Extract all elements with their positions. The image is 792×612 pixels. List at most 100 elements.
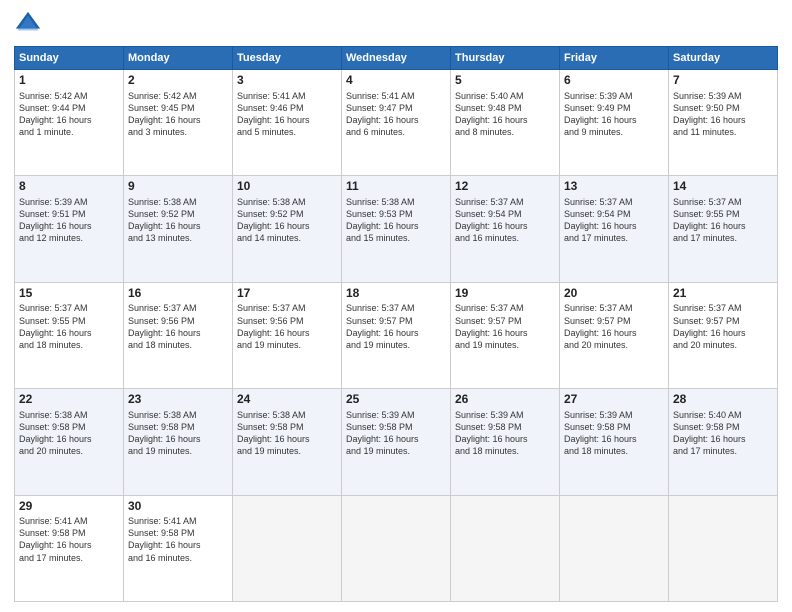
day-info: Sunrise: 5:38 AM Sunset: 9:53 PM Dayligh… (346, 196, 446, 245)
header-wednesday: Wednesday (342, 47, 451, 70)
day-info: Sunrise: 5:42 AM Sunset: 9:44 PM Dayligh… (19, 90, 119, 139)
day-number: 11 (346, 179, 446, 195)
table-row: 15Sunrise: 5:37 AM Sunset: 9:55 PM Dayli… (15, 282, 124, 388)
day-number: 28 (673, 392, 773, 408)
day-number: 1 (19, 73, 119, 89)
day-number: 10 (237, 179, 337, 195)
table-row (669, 495, 778, 601)
day-number: 17 (237, 286, 337, 302)
day-number: 4 (346, 73, 446, 89)
day-info: Sunrise: 5:38 AM Sunset: 9:52 PM Dayligh… (237, 196, 337, 245)
table-row: 14Sunrise: 5:37 AM Sunset: 9:55 PM Dayli… (669, 176, 778, 282)
logo-icon (14, 10, 42, 38)
header-saturday: Saturday (669, 47, 778, 70)
calendar-week-row: 22Sunrise: 5:38 AM Sunset: 9:58 PM Dayli… (15, 389, 778, 495)
day-info: Sunrise: 5:37 AM Sunset: 9:56 PM Dayligh… (128, 302, 228, 351)
day-number: 7 (673, 73, 773, 89)
day-info: Sunrise: 5:41 AM Sunset: 9:58 PM Dayligh… (128, 515, 228, 564)
day-info: Sunrise: 5:37 AM Sunset: 9:57 PM Dayligh… (455, 302, 555, 351)
day-info: Sunrise: 5:37 AM Sunset: 9:56 PM Dayligh… (237, 302, 337, 351)
day-number: 19 (455, 286, 555, 302)
day-number: 12 (455, 179, 555, 195)
calendar-week-row: 1Sunrise: 5:42 AM Sunset: 9:44 PM Daylig… (15, 70, 778, 176)
table-row: 4Sunrise: 5:41 AM Sunset: 9:47 PM Daylig… (342, 70, 451, 176)
table-row: 27Sunrise: 5:39 AM Sunset: 9:58 PM Dayli… (560, 389, 669, 495)
day-number: 20 (564, 286, 664, 302)
day-info: Sunrise: 5:41 AM Sunset: 9:47 PM Dayligh… (346, 90, 446, 139)
day-number: 15 (19, 286, 119, 302)
day-info: Sunrise: 5:37 AM Sunset: 9:54 PM Dayligh… (564, 196, 664, 245)
table-row: 23Sunrise: 5:38 AM Sunset: 9:58 PM Dayli… (124, 389, 233, 495)
table-row: 8Sunrise: 5:39 AM Sunset: 9:51 PM Daylig… (15, 176, 124, 282)
day-info: Sunrise: 5:40 AM Sunset: 9:48 PM Dayligh… (455, 90, 555, 139)
day-info: Sunrise: 5:37 AM Sunset: 9:57 PM Dayligh… (673, 302, 773, 351)
day-info: Sunrise: 5:38 AM Sunset: 9:58 PM Dayligh… (128, 409, 228, 458)
table-row: 10Sunrise: 5:38 AM Sunset: 9:52 PM Dayli… (233, 176, 342, 282)
day-info: Sunrise: 5:37 AM Sunset: 9:55 PM Dayligh… (673, 196, 773, 245)
day-info: Sunrise: 5:38 AM Sunset: 9:58 PM Dayligh… (19, 409, 119, 458)
table-row: 19Sunrise: 5:37 AM Sunset: 9:57 PM Dayli… (451, 282, 560, 388)
day-number: 6 (564, 73, 664, 89)
header (14, 10, 778, 38)
table-row: 22Sunrise: 5:38 AM Sunset: 9:58 PM Dayli… (15, 389, 124, 495)
table-row: 6Sunrise: 5:39 AM Sunset: 9:49 PM Daylig… (560, 70, 669, 176)
day-number: 2 (128, 73, 228, 89)
day-info: Sunrise: 5:39 AM Sunset: 9:51 PM Dayligh… (19, 196, 119, 245)
day-number: 27 (564, 392, 664, 408)
day-number: 16 (128, 286, 228, 302)
day-info: Sunrise: 5:39 AM Sunset: 9:58 PM Dayligh… (455, 409, 555, 458)
day-info: Sunrise: 5:41 AM Sunset: 9:46 PM Dayligh… (237, 90, 337, 139)
day-number: 9 (128, 179, 228, 195)
day-number: 8 (19, 179, 119, 195)
header-sunday: Sunday (15, 47, 124, 70)
day-number: 25 (346, 392, 446, 408)
day-number: 23 (128, 392, 228, 408)
table-row: 28Sunrise: 5:40 AM Sunset: 9:58 PM Dayli… (669, 389, 778, 495)
day-number: 13 (564, 179, 664, 195)
day-info: Sunrise: 5:42 AM Sunset: 9:45 PM Dayligh… (128, 90, 228, 139)
table-row: 13Sunrise: 5:37 AM Sunset: 9:54 PM Dayli… (560, 176, 669, 282)
day-info: Sunrise: 5:37 AM Sunset: 9:54 PM Dayligh… (455, 196, 555, 245)
table-row: 16Sunrise: 5:37 AM Sunset: 9:56 PM Dayli… (124, 282, 233, 388)
table-row: 7Sunrise: 5:39 AM Sunset: 9:50 PM Daylig… (669, 70, 778, 176)
calendar-week-row: 15Sunrise: 5:37 AM Sunset: 9:55 PM Dayli… (15, 282, 778, 388)
table-row (342, 495, 451, 601)
day-info: Sunrise: 5:40 AM Sunset: 9:58 PM Dayligh… (673, 409, 773, 458)
header-monday: Monday (124, 47, 233, 70)
calendar-header-row: Sunday Monday Tuesday Wednesday Thursday… (15, 47, 778, 70)
day-info: Sunrise: 5:39 AM Sunset: 9:49 PM Dayligh… (564, 90, 664, 139)
table-row: 29Sunrise: 5:41 AM Sunset: 9:58 PM Dayli… (15, 495, 124, 601)
day-info: Sunrise: 5:39 AM Sunset: 9:58 PM Dayligh… (564, 409, 664, 458)
table-row: 3Sunrise: 5:41 AM Sunset: 9:46 PM Daylig… (233, 70, 342, 176)
table-row: 25Sunrise: 5:39 AM Sunset: 9:58 PM Dayli… (342, 389, 451, 495)
calendar-table: Sunday Monday Tuesday Wednesday Thursday… (14, 46, 778, 602)
day-number: 24 (237, 392, 337, 408)
day-number: 26 (455, 392, 555, 408)
table-row (233, 495, 342, 601)
day-number: 3 (237, 73, 337, 89)
day-number: 5 (455, 73, 555, 89)
day-info: Sunrise: 5:38 AM Sunset: 9:58 PM Dayligh… (237, 409, 337, 458)
table-row: 18Sunrise: 5:37 AM Sunset: 9:57 PM Dayli… (342, 282, 451, 388)
day-info: Sunrise: 5:37 AM Sunset: 9:57 PM Dayligh… (346, 302, 446, 351)
day-number: 14 (673, 179, 773, 195)
header-tuesday: Tuesday (233, 47, 342, 70)
calendar-week-row: 29 Sunrise: 5:41 AM Sunset: 9:58 PM Dayli… (15, 495, 778, 601)
table-row: 26Sunrise: 5:39 AM Sunset: 9:58 PM Dayli… (451, 389, 560, 495)
logo (14, 10, 46, 38)
table-row: 5Sunrise: 5:40 AM Sunset: 9:48 PM Daylig… (451, 70, 560, 176)
day-number: 29 (19, 499, 119, 515)
day-info: Sunrise: 5:37 AM Sunset: 9:57 PM Dayligh… (564, 302, 664, 351)
table-row: 20Sunrise: 5:37 AM Sunset: 9:57 PM Dayli… (560, 282, 669, 388)
day-number: 21 (673, 286, 773, 302)
day-info: Sunrise: 5:39 AM Sunset: 9:58 PM Dayligh… (346, 409, 446, 458)
table-row: 21Sunrise: 5:37 AM Sunset: 9:57 PM Dayli… (669, 282, 778, 388)
calendar-week-row: 8Sunrise: 5:39 AM Sunset: 9:51 PM Daylig… (15, 176, 778, 282)
day-number: 30 (128, 499, 228, 515)
day-number: 22 (19, 392, 119, 408)
table-row: 11Sunrise: 5:38 AM Sunset: 9:53 PM Dayli… (342, 176, 451, 282)
header-thursday: Thursday (451, 47, 560, 70)
page: Sunday Monday Tuesday Wednesday Thursday… (0, 0, 792, 612)
day-info: Sunrise: 5:38 AM Sunset: 9:52 PM Dayligh… (128, 196, 228, 245)
table-row: 17Sunrise: 5:37 AM Sunset: 9:56 PM Dayli… (233, 282, 342, 388)
